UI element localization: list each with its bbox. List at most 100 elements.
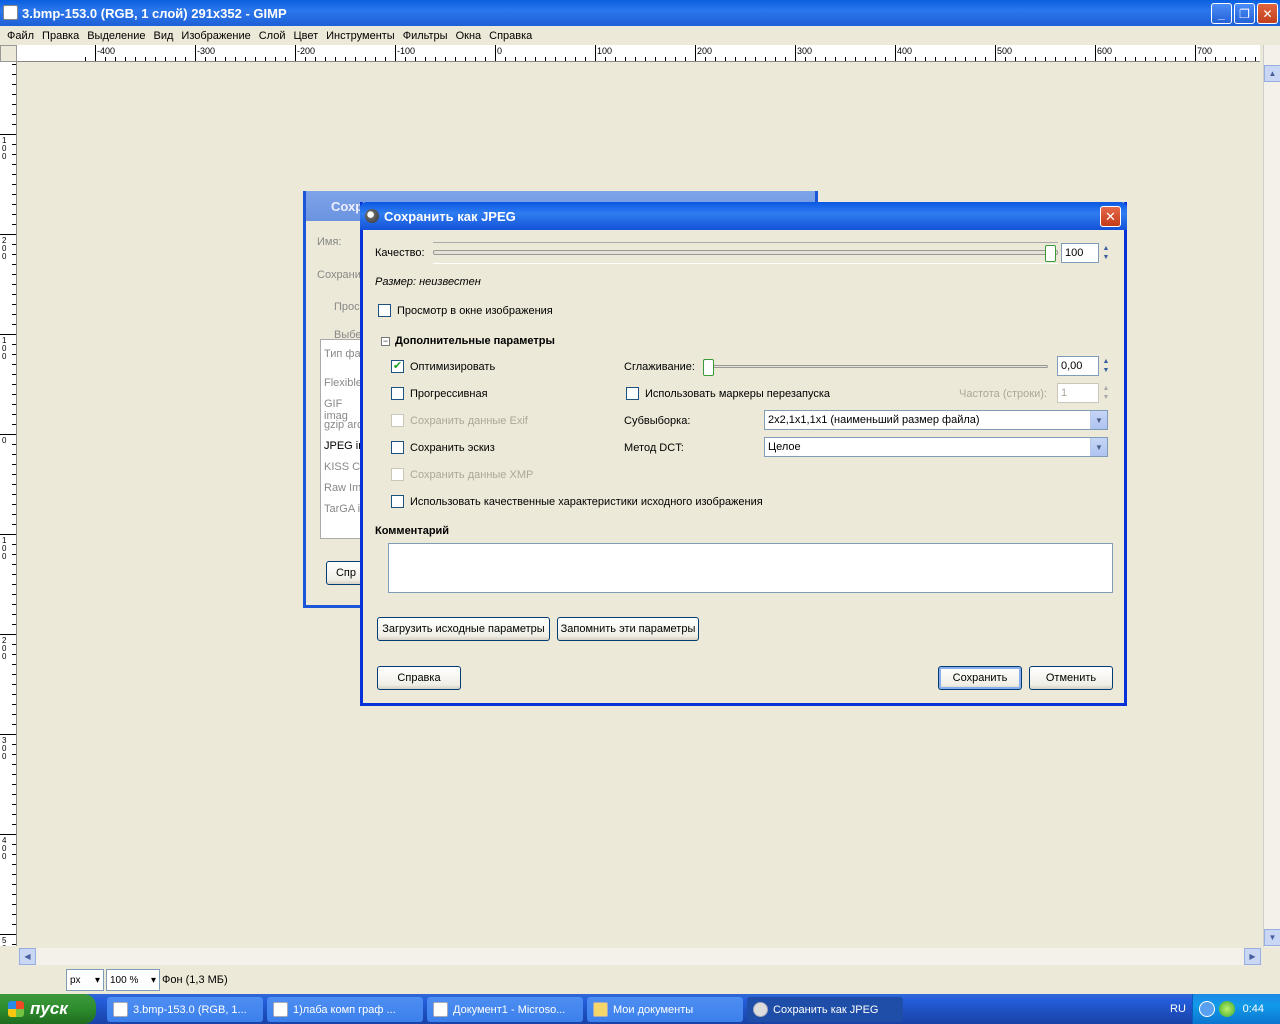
- save-defaults-button[interactable]: Запомнить эти параметры: [557, 617, 699, 641]
- optimize-checkbox[interactable]: ✔: [391, 360, 404, 373]
- list-item[interactable]: gzip arc: [324, 419, 363, 431]
- ruler-tick: [1055, 57, 1056, 61]
- save-button[interactable]: Сохранить: [938, 666, 1022, 690]
- ruler-tick: [845, 57, 846, 61]
- bg-name-label: Имя:: [317, 236, 342, 248]
- ruler-tick: [675, 57, 676, 61]
- list-item[interactable]: TarGA i: [324, 503, 360, 515]
- ruler-tick: [12, 554, 16, 555]
- ruler-tick: [275, 57, 276, 61]
- taskbar-item-gimp[interactable]: 3.bmp-153.0 (RGB, 1...: [107, 997, 263, 1022]
- quality-slider[interactable]: [433, 242, 1058, 264]
- ruler-tick: [12, 564, 16, 565]
- menu-help[interactable]: Справка: [485, 30, 536, 42]
- ruler-tick: [755, 57, 756, 61]
- taskbar: пуск 3.bmp-153.0 (RGB, 1... 1)лаба комп …: [0, 994, 1280, 1024]
- frequency-label: Частота (строки):: [959, 388, 1047, 400]
- spin-arrows-icon[interactable]: ▲ ▼: [1100, 357, 1112, 375]
- bg-browse-expander[interactable]: Прос: [334, 301, 360, 313]
- quality-spinbox[interactable]: 100 ▲ ▼: [1061, 243, 1109, 263]
- ruler-tick: [12, 704, 16, 705]
- horizontal-ruler: -400 -300 -200 -100 0 100 200 300 400 500 600 700: [17, 45, 1260, 62]
- menu-filters[interactable]: Фильтры: [399, 30, 452, 42]
- ruler-tick: [1215, 57, 1216, 61]
- menu-view[interactable]: Вид: [150, 30, 178, 42]
- ruler-tick: [765, 57, 766, 61]
- collapse-icon[interactable]: −: [381, 337, 390, 346]
- start-button[interactable]: пуск: [0, 994, 96, 1024]
- frequency-spinbox: 1 ▲ ▼: [1057, 383, 1109, 403]
- comment-textarea[interactable]: [388, 543, 1113, 593]
- scroll-down-icon[interactable]: ▼: [1264, 929, 1280, 946]
- zoom-select[interactable]: 100 % ▾: [106, 969, 160, 991]
- ruler-tick: [615, 57, 616, 61]
- unit-select[interactable]: px ▾: [66, 969, 104, 991]
- ruler-tick: [785, 57, 786, 61]
- chevron-down-icon[interactable]: ▼: [1090, 411, 1107, 429]
- scroll-left-icon[interactable]: ◀: [19, 948, 36, 965]
- chevron-down-icon[interactable]: ▼: [1090, 438, 1107, 456]
- preview-checkbox[interactable]: [378, 304, 391, 317]
- taskbar-item-word-lab[interactable]: 1)лаба комп граф ...: [267, 997, 423, 1022]
- ruler-tick: [0, 434, 16, 435]
- advanced-options-header[interactable]: Дополнительные параметры: [395, 335, 555, 347]
- close-button[interactable]: ✕: [1257, 3, 1278, 24]
- ruler-tick: [685, 57, 686, 61]
- smoothing-slider-handle[interactable]: [703, 359, 714, 376]
- dct-method-select[interactable]: Целое ▼: [764, 437, 1108, 457]
- language-indicator[interactable]: RU: [1170, 1003, 1186, 1015]
- menu-colors[interactable]: Цвет: [289, 30, 322, 42]
- ruler-tick: [1115, 57, 1116, 61]
- menu-tools[interactable]: Инструменты: [322, 30, 399, 42]
- ruler-label: 0: [497, 46, 503, 56]
- use-quality-checkbox[interactable]: [391, 495, 404, 508]
- xmp-label: Сохранить данные XMP: [410, 469, 534, 481]
- horizontal-scrollbar[interactable]: ◀ ▶: [19, 948, 1261, 965]
- thumbnail-checkbox[interactable]: [391, 441, 404, 454]
- scroll-up-icon[interactable]: ▲: [1264, 65, 1280, 82]
- taskbar-item-my-documents[interactable]: Мои документы: [587, 997, 743, 1022]
- list-item[interactable]: Flexible: [324, 377, 362, 389]
- menu-layer[interactable]: Слой: [255, 30, 290, 42]
- ruler-tick: [125, 57, 126, 61]
- cancel-button[interactable]: Отменить: [1029, 666, 1113, 690]
- ruler-tick: [885, 57, 886, 61]
- vertical-scrollbar[interactable]: ▲ ▼: [1263, 45, 1280, 947]
- ruler-tick: [12, 804, 16, 805]
- subsampling-select[interactable]: 2x2,1x1,1x1 (наименьший размер файла) ▼: [764, 410, 1108, 430]
- ruler-label: 1 0 0: [2, 136, 7, 161]
- load-defaults-button[interactable]: Загрузить исходные параметры: [377, 617, 550, 641]
- quality-slider-handle[interactable]: [1045, 245, 1056, 262]
- menu-windows[interactable]: Окна: [452, 30, 486, 42]
- taskbar-item-word-doc1[interactable]: Документ1 - Microso...: [427, 997, 583, 1022]
- restart-markers-checkbox[interactable]: [626, 387, 639, 400]
- spin-arrows-icon[interactable]: ▲ ▼: [1100, 244, 1112, 262]
- ruler-tick: [12, 214, 16, 215]
- menu-file[interactable]: Файл: [3, 30, 38, 42]
- ruler-tick: [865, 57, 866, 61]
- help-button[interactable]: Справка: [377, 666, 461, 690]
- taskbar-item-save-jpeg[interactable]: Сохранить как JPEG: [747, 997, 903, 1022]
- ruler-corner-button[interactable]: [0, 45, 17, 62]
- menu-image[interactable]: Изображение: [177, 30, 254, 42]
- progressive-checkbox[interactable]: [391, 387, 404, 400]
- tray-expand-icon[interactable]: [1199, 1001, 1215, 1017]
- chevron-down-icon: ▾: [150, 974, 156, 986]
- minimize-button[interactable]: _: [1211, 3, 1232, 24]
- ruler-tick: [0, 134, 16, 135]
- ruler-label: -200: [297, 46, 316, 56]
- ruler-tick: [12, 914, 16, 915]
- ruler-tick: [12, 254, 16, 255]
- ruler-tick: [1175, 57, 1176, 61]
- scroll-right-icon[interactable]: ▶: [1244, 948, 1261, 965]
- maximize-button[interactable]: ❐: [1234, 3, 1255, 24]
- ruler-tick: [12, 184, 16, 185]
- dialog-close-button[interactable]: ✕: [1100, 206, 1121, 227]
- smoothing-spinbox[interactable]: 0,00 ▲ ▼: [1057, 356, 1109, 376]
- ruler-tick: [12, 274, 16, 275]
- smoothing-slider[interactable]: [703, 357, 1048, 379]
- menu-edit[interactable]: Правка: [38, 30, 83, 42]
- ruler-tick: [1135, 57, 1136, 61]
- menu-select[interactable]: Выделение: [83, 30, 149, 42]
- tray-app-icon[interactable]: [1219, 1001, 1235, 1017]
